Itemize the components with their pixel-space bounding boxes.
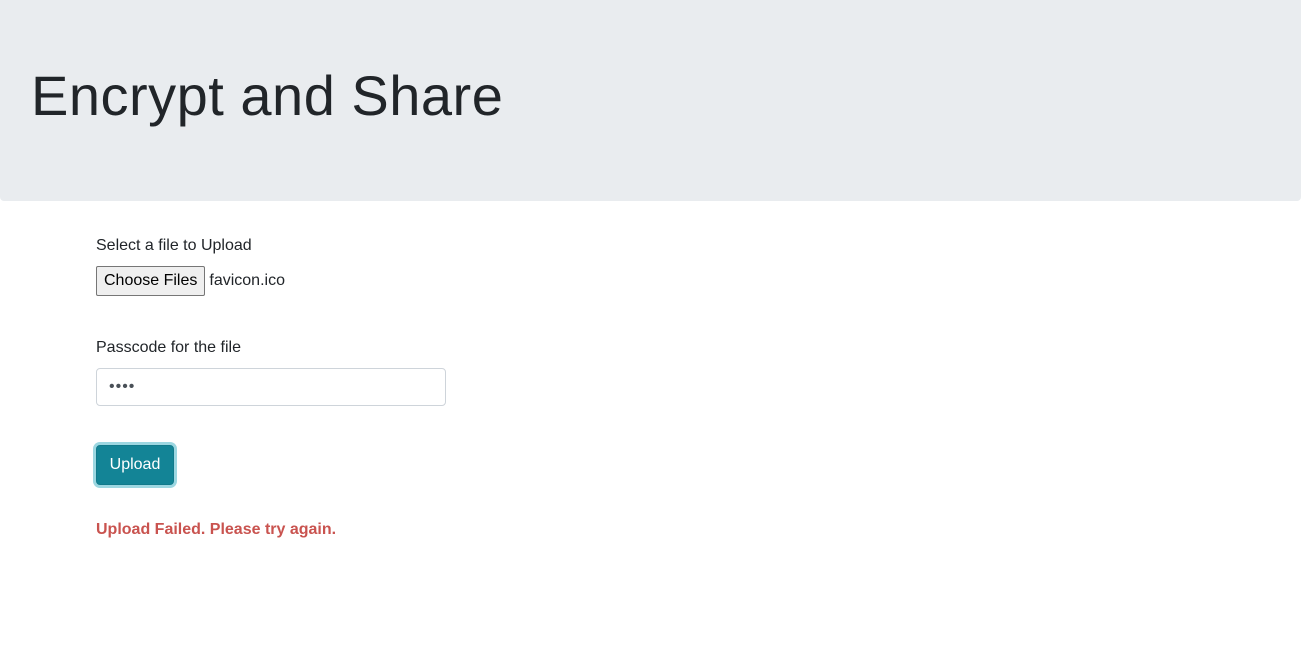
upload-error-message: Upload Failed. Please try again.	[96, 521, 337, 538]
choose-files-button[interactable]: Choose Files	[96, 266, 206, 296]
selected-file-name: favicon.ico	[209, 272, 285, 289]
page-title: Encrypt and Share	[31, 64, 504, 127]
header-banner: Encrypt and Share	[0, 0, 1301, 201]
passcode-label: Passcode for the file	[96, 339, 241, 356]
passcode-input[interactable]: ••••	[96, 368, 446, 406]
file-input[interactable]: Choose Files favicon.ico	[96, 266, 285, 296]
file-upload-label: Select a file to Upload	[96, 237, 252, 254]
upload-button[interactable]: Upload	[96, 445, 174, 485]
